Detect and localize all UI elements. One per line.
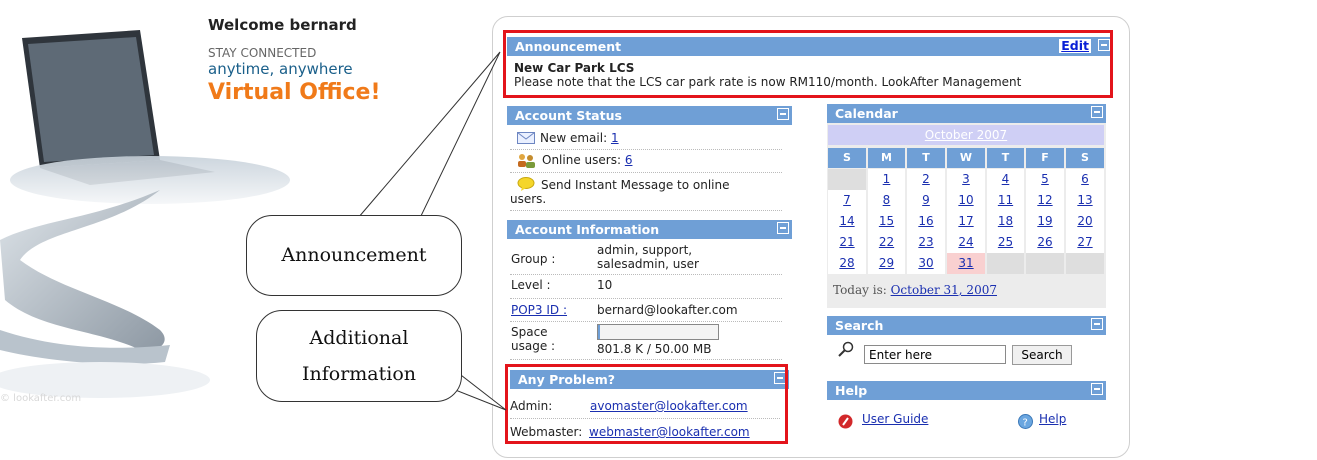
callout-pointers [356,51,507,411]
additional-information-callout: Additional Information [256,310,462,402]
additional-callout-line1: Additional [309,327,409,349]
announcement-callout: Announcement [246,215,462,296]
additional-callout-line2: Information [301,363,417,385]
